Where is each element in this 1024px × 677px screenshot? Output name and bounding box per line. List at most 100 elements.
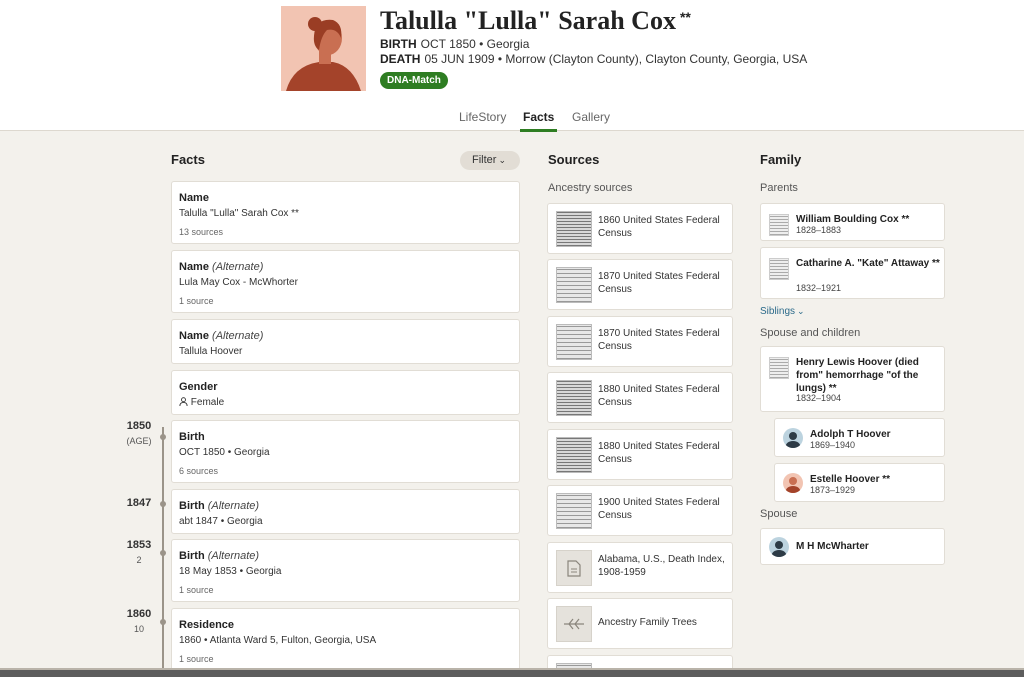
person-stars: ** (679, 9, 691, 25)
spouse-card[interactable]: Henry Lewis Hoover (died from" hemorrhag… (760, 346, 945, 412)
fact-card-alt-name-1[interactable]: Name (Alternate) Lula May Cox - McWhorte… (171, 250, 520, 313)
fact-type: Residence (179, 618, 512, 632)
fact-type: Birth (179, 430, 512, 444)
fact-type: Name (179, 191, 512, 205)
fact-value: Lula May Cox - McWhorter (179, 277, 298, 288)
source-title: 1900 United States Federal Census (598, 497, 720, 521)
fact-type-label: Gender (179, 381, 218, 393)
fact-sources[interactable]: 1 source (179, 585, 512, 595)
tab-lifestory[interactable]: LifeStory (459, 110, 506, 129)
fact-type: Birth (Alternate) (179, 549, 512, 563)
fact-type-label: Birth (179, 431, 205, 443)
family-member-dates: 1832–1904 (796, 393, 842, 403)
birth-label: BIRTH (380, 37, 417, 51)
census-record-thumbnail (556, 380, 592, 416)
fact-value: OCT 1850 • Georgia (179, 447, 270, 458)
fact-type: Birth (Alternate) (179, 499, 512, 513)
child-card[interactable]: Adolph T Hoover 1869–1940 (774, 418, 945, 457)
window-bottom-edge (0, 668, 1024, 677)
family-member-name: Catharine A. "Kate" Attaway ** (796, 258, 940, 269)
source-card[interactable]: Alabama, U.S., Death Index, 1908-1959 (547, 542, 733, 593)
fact-card-alt-birth-1[interactable]: Birth (Alternate) abt 1847 • Georgia (171, 489, 520, 534)
fact-sources[interactable]: 1 source (179, 654, 512, 664)
record-thumbnail (769, 357, 789, 379)
timeline-dot (160, 501, 166, 507)
fact-type: Gender (179, 380, 512, 394)
gender-value: Female (190, 397, 225, 408)
fact-card-birth[interactable]: Birth OCT 1850 • Georgia 6 sources (171, 420, 520, 483)
fact-card-name[interactable]: Name Talulla "Lulla" Sarah Cox ** 13 sou… (171, 181, 520, 244)
fact-qualifier: (Alternate) (207, 550, 260, 562)
parent-card-mother[interactable]: Catharine A. "Kate" Attaway ** 1832–1921 (760, 247, 945, 299)
fact-card-alt-name-2[interactable]: Name (Alternate) Tallula Hoover (171, 319, 520, 364)
parent-card-father[interactable]: William Boulding Cox ** 1828–1883 (760, 203, 945, 241)
fact-qualifier: (Alternate) (212, 330, 264, 342)
source-card[interactable]: 1870 United States Federal Census (547, 259, 733, 310)
source-title: 1860 United States Federal Census (598, 215, 720, 239)
death-value: 05 JUN 1909 • Morrow (Clayton County), C… (424, 52, 808, 66)
chevron-down-icon: ⌄ (498, 155, 506, 165)
source-title: 1870 United States Federal Census (598, 328, 720, 352)
timeline-age: 10 (133, 624, 144, 634)
source-card[interactable]: 1880 United States Federal Census (547, 429, 733, 480)
fact-type-label: Residence (179, 619, 235, 631)
person-portrait[interactable] (281, 6, 366, 91)
source-card[interactable]: 1870 United States Federal Census (547, 316, 733, 367)
fact-type-label: Name (179, 192, 209, 204)
portrait-illustration-icon (281, 6, 366, 91)
timeline-age: (AGE) (126, 436, 152, 446)
census-record-thumbnail (556, 437, 592, 473)
fact-card-residence[interactable]: Residence 1860 • Atlanta Ward 5, Fulton,… (171, 608, 520, 671)
person-name-text: Talulla "Lulla" Sarah Cox (380, 6, 676, 35)
child-card[interactable]: Estelle Hoover ** 1873–1929 (774, 463, 945, 502)
spouse-card-2[interactable]: M H McWharter (760, 528, 945, 565)
tab-facts[interactable]: Facts (520, 110, 558, 132)
spouse-label: Spouse (760, 508, 798, 520)
timeline-dot (160, 619, 166, 625)
fact-qualifier: (Alternate) (212, 261, 264, 273)
fact-sources[interactable]: 6 sources (179, 466, 512, 476)
male-avatar-icon (769, 537, 789, 557)
profile-tabs: LifeStory Facts Gallery (0, 110, 1024, 132)
fact-value: Tallula Hoover (179, 346, 243, 357)
fact-card-alt-birth-2[interactable]: Birth (Alternate) 18 May 1853 • Georgia … (171, 539, 520, 602)
chevron-down-icon: ⌄ (797, 306, 805, 316)
dna-match-badge[interactable]: DNA-Match (380, 72, 448, 89)
fact-sources[interactable]: 13 sources (179, 227, 512, 237)
spouse-children-label: Spouse and children (760, 327, 861, 339)
timeline-dot (160, 550, 166, 556)
timeline-year: 1853 (126, 539, 152, 551)
source-card[interactable]: 1900 United States Federal Census (547, 485, 733, 536)
fact-sources[interactable]: 1 source (179, 296, 512, 306)
family-member-name: Henry Lewis Hoover (died from" hemorrhag… (796, 357, 919, 394)
timeline-age: 2 (136, 555, 142, 565)
fact-value: abt 1847 • Georgia (179, 516, 263, 527)
fact-type: Name (Alternate) (179, 260, 512, 274)
source-title: Ancestry Family Trees (598, 617, 697, 628)
source-card[interactable]: Ancestry Family Trees (547, 598, 733, 649)
person-header: Talulla "Lulla" Sarah Cox ** BIRTH OCT 185… (0, 0, 1024, 132)
tab-gallery[interactable]: Gallery (572, 110, 610, 129)
census-record-thumbnail (556, 324, 592, 360)
siblings-label: Siblings (760, 306, 796, 317)
fact-type: Name (Alternate) (179, 329, 512, 343)
filter-button[interactable]: Filter ⌄ (460, 151, 520, 170)
siblings-toggle[interactable]: Siblings ⌄ (760, 306, 805, 317)
source-title: 1880 United States Federal Census (598, 441, 720, 465)
record-thumbnail (769, 258, 789, 280)
record-thumbnail (769, 214, 789, 236)
timeline-year: 1847 (126, 497, 152, 509)
fact-card-gender[interactable]: Gender Female (171, 370, 520, 415)
family-tree-icon (556, 606, 592, 642)
person-name: Talulla "Lulla" Sarah Cox ** (380, 6, 691, 36)
death-label: DEATH (380, 52, 421, 66)
source-card[interactable]: 1860 United States Federal Census (547, 203, 733, 254)
timeline-year: 1860 (126, 608, 152, 620)
source-card[interactable]: 1880 United States Federal Census (547, 372, 733, 423)
family-title: Family (760, 152, 802, 167)
fact-qualifier: (Alternate) (207, 500, 260, 512)
parents-label: Parents (760, 182, 798, 194)
family-member-dates: 1869–1940 (810, 440, 856, 450)
document-icon (556, 550, 592, 586)
fact-type-label: Birth (179, 500, 205, 512)
